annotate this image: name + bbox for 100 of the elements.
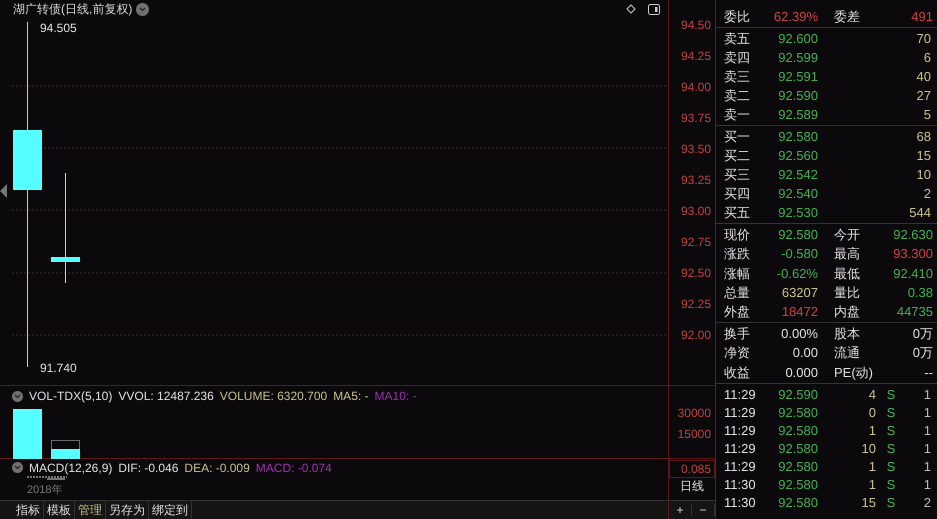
- trade-time: 11:29: [723, 406, 757, 420]
- trade-price: 92.580: [777, 442, 818, 456]
- trade-side: S: [886, 388, 896, 402]
- indicator-value: MACD: -0.074: [256, 462, 332, 474]
- bottom-tab[interactable]: 模板: [44, 501, 75, 519]
- volume-tick: 15000: [678, 428, 711, 443]
- bottom-tab[interactable]: 绑定到: [149, 501, 192, 519]
- trade-time: 11:30: [723, 496, 757, 510]
- price-tick: 92.75: [680, 236, 711, 248]
- field-label: 股本: [834, 327, 861, 340]
- field-value: 0万: [912, 327, 933, 340]
- field-value: 93.300: [892, 247, 933, 260]
- volume-tick: 30000: [678, 407, 711, 422]
- scroll-left-icon[interactable]: [0, 184, 8, 198]
- field-label: 净资: [723, 346, 751, 360]
- trade-count: 1: [924, 442, 932, 456]
- order-price: 92.591: [777, 70, 818, 84]
- level-label: 买五: [723, 206, 751, 220]
- field-value: 92.410: [892, 266, 933, 280]
- indicator-value: DIF: -0.046: [118, 462, 178, 474]
- field-label: 委差: [834, 10, 861, 24]
- chart-title: 湖广转债(日线,前复权): [13, 3, 132, 15]
- field-label: 委比: [723, 10, 751, 24]
- field-value: --: [923, 366, 933, 379]
- field-label: 量比: [834, 286, 861, 299]
- order-price: 92.580: [777, 130, 818, 144]
- trade-side: S: [886, 496, 896, 510]
- year-label: 2018年: [27, 485, 64, 496]
- zoom-button[interactable]: +: [669, 504, 692, 516]
- field-label: 最低: [834, 266, 861, 280]
- price-tick: 92.00: [680, 328, 711, 340]
- bottom-tab[interactable]: 另存为: [106, 501, 149, 519]
- field-value: 0万: [912, 346, 933, 360]
- price-tick: 92.50: [680, 266, 711, 278]
- level-label: 买二: [723, 149, 751, 162]
- indicator-value: MA10: -: [374, 390, 417, 402]
- price-tick: 92.25: [680, 298, 711, 310]
- trade-side: S: [886, 442, 896, 456]
- field-label: 收益: [723, 366, 751, 379]
- trade-count: 1: [924, 406, 932, 420]
- field-value: 0.000: [784, 366, 818, 379]
- bottom-tab[interactable]: 管理: [75, 501, 106, 519]
- price-tick: 93.75: [680, 112, 711, 124]
- trade-volume: 4: [868, 388, 876, 402]
- diamond-icon[interactable]: [626, 4, 636, 14]
- order-volume: 68: [916, 130, 932, 144]
- field-label: 换手: [723, 327, 751, 340]
- trade-volume: 15: [860, 496, 876, 510]
- order-volume: 10: [916, 168, 932, 182]
- period-label[interactable]: 日线: [680, 480, 704, 492]
- price-tick: 93.50: [680, 142, 711, 154]
- trade-time: 11:29: [723, 442, 757, 456]
- trade-time: 11:30: [723, 478, 757, 492]
- trade-price: 92.580: [777, 460, 818, 474]
- order-price: 92.589: [777, 108, 818, 122]
- trade-count: 1: [924, 478, 932, 492]
- trade-volume: 1: [868, 478, 876, 492]
- order-volume: 6: [924, 51, 932, 64]
- price-tick: 93.00: [680, 204, 711, 216]
- trade-side: S: [886, 478, 896, 492]
- field-value: 63207: [780, 286, 818, 299]
- bottom-tab[interactable]: 指标: [13, 501, 44, 519]
- trade-count: 1: [924, 424, 932, 438]
- field-label: 涨幅: [723, 266, 751, 280]
- field-label: PE(动): [834, 366, 874, 379]
- field-label: 流通: [834, 346, 861, 360]
- level-label: 卖五: [723, 32, 751, 46]
- field-value: 18472: [780, 305, 818, 318]
- level-label: 买四: [723, 187, 751, 200]
- field-value: 0.00: [792, 346, 818, 360]
- order-volume: 2: [924, 187, 932, 200]
- dropdown-icon[interactable]: [12, 390, 23, 402]
- indicator-value: VVOL: 12487.236: [118, 390, 214, 402]
- trade-volume: 1: [868, 460, 876, 474]
- field-value: 92.630: [892, 228, 933, 242]
- price-tick: 93.25: [680, 174, 711, 186]
- field-label: 外盘: [723, 305, 751, 318]
- trade-side: S: [886, 424, 896, 438]
- trade-price: 92.580: [777, 424, 818, 438]
- dropdown-icon[interactable]: [136, 2, 150, 16]
- level-label: 卖四: [723, 51, 751, 64]
- order-volume: 40: [916, 70, 932, 84]
- order-price: 92.542: [777, 168, 818, 182]
- field-value: -0.62%: [776, 266, 818, 280]
- order-price: 92.599: [777, 51, 818, 64]
- trade-volume: 0: [868, 406, 876, 420]
- level-label: 卖二: [723, 89, 751, 102]
- zoom-button[interactable]: −: [692, 504, 715, 516]
- field-label: 总量: [723, 286, 751, 299]
- dropdown-icon[interactable]: [12, 462, 23, 473]
- price-tick: 94.50: [680, 18, 711, 30]
- trade-side: S: [886, 406, 896, 420]
- trade-price: 92.580: [777, 406, 818, 420]
- field-value: 44735: [896, 305, 933, 318]
- trade-time: 11:29: [723, 460, 757, 474]
- field-label: 现价: [723, 228, 751, 242]
- order-price: 92.530: [777, 206, 818, 220]
- trade-count: 1: [924, 460, 932, 474]
- panel-icon[interactable]: [648, 4, 660, 14]
- field-label: 涨跌: [723, 247, 751, 260]
